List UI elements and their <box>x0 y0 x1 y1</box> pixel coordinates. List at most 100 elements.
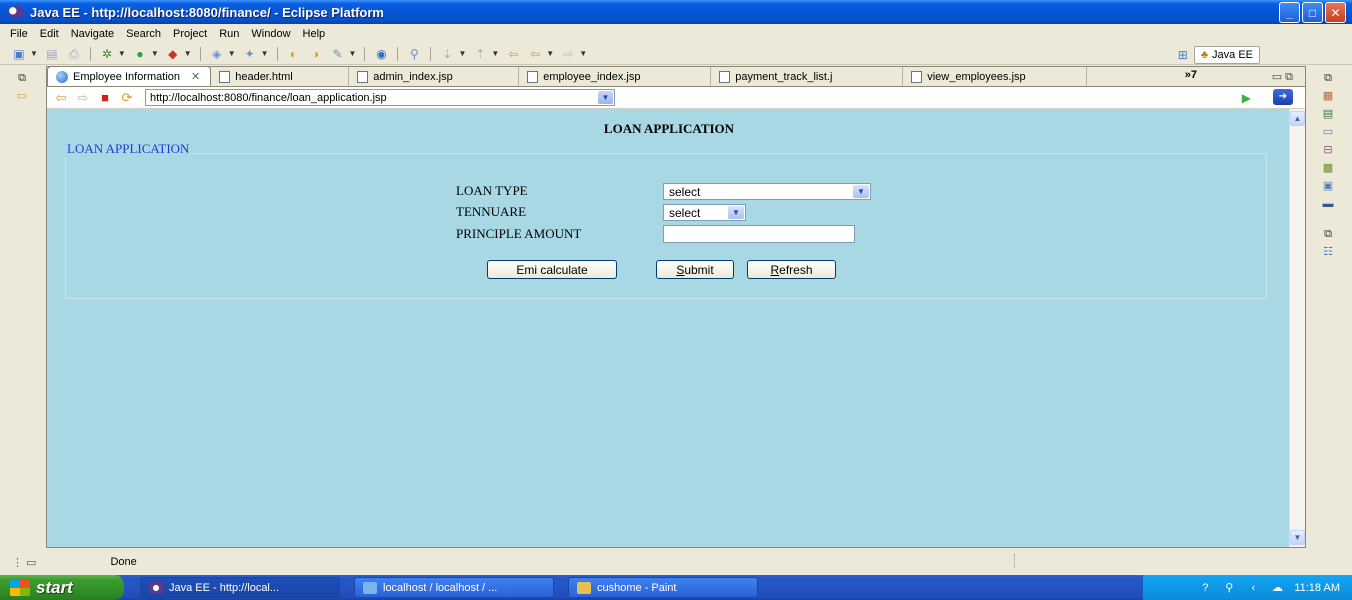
go-icon[interactable]: ▶ <box>1242 91 1251 105</box>
run-icon[interactable]: ● <box>132 46 148 62</box>
java-ee-icon: ♣ <box>1200 49 1209 61</box>
open-resource-icon[interactable]: ◑ <box>308 46 324 62</box>
url-field[interactable]: http://localhost:8080/finance/loan_appli… <box>145 89 615 106</box>
refresh-icon[interactable]: ⟳ <box>119 90 135 106</box>
next-annotation-icon[interactable]: ⇣ <box>439 46 455 62</box>
back-arrow-icon[interactable]: ⇦ <box>53 90 69 106</box>
start-button[interactable]: start <box>0 575 124 600</box>
page-title: LOAN APPLICATION <box>603 121 735 136</box>
restore-right-icon[interactable]: ⧉ <box>1321 71 1335 85</box>
task-localhost[interactable]: localhost / localhost / ... <box>354 577 554 598</box>
console-icon[interactable]: ▤ <box>1321 107 1335 121</box>
tab-label: Employee Information <box>73 70 180 83</box>
menu-run[interactable]: Run <box>213 28 245 40</box>
chevron-down-icon[interactable]: ▼ <box>853 185 869 198</box>
new-server-icon[interactable]: ◈ <box>209 46 225 62</box>
menu-search[interactable]: Search <box>120 28 167 40</box>
data-source-icon[interactable]: ▩ <box>1321 161 1335 175</box>
menu-help[interactable]: Help <box>297 28 332 40</box>
new-icon[interactable]: ▣ <box>11 46 27 62</box>
refresh-button[interactable]: Refresh <box>747 260 836 279</box>
connection-icon[interactable]: ☁ <box>1270 581 1284 595</box>
forward-icon[interactable]: ⇨ <box>560 46 576 62</box>
edit-icon[interactable]: ✎ <box>330 46 346 62</box>
network-icon[interactable]: ⚲ <box>1222 581 1236 595</box>
file-icon <box>911 70 923 83</box>
menu-navigate[interactable]: Navigate <box>65 28 120 40</box>
tab-label: view_employees.jsp <box>927 70 1026 83</box>
tab-header-html[interactable]: header.html <box>211 67 350 86</box>
windows-taskbar: start Java EE - http://local... localhos… <box>0 575 1352 600</box>
collapse-tray-icon[interactable]: ‹ <box>1246 581 1260 595</box>
menu-edit[interactable]: Edit <box>34 28 65 40</box>
outline-icon[interactable]: ☷ <box>1321 245 1335 259</box>
windows-flag-icon <box>10 579 30 596</box>
tab-admin-index[interactable]: admin_index.jsp <box>349 67 520 86</box>
open-type-icon[interactable]: ◐ <box>286 46 302 62</box>
open-browser-icon[interactable]: ➔ <box>1273 89 1293 105</box>
new-wizard-icon[interactable]: ✦ <box>242 46 258 62</box>
debug-icon[interactable]: ✲ <box>99 46 115 62</box>
file-icon <box>719 70 731 83</box>
minimize-button[interactable]: _ <box>1279 2 1300 23</box>
scroll-down-icon[interactable]: ▼ <box>1290 530 1305 545</box>
chevron-down-icon[interactable]: ▼ <box>598 91 613 104</box>
tab-label: payment_track_list.j <box>735 70 833 83</box>
servers-icon[interactable]: ▦ <box>1321 89 1335 103</box>
tab-view-employees[interactable]: view_employees.jsp <box>903 67 1088 86</box>
submit-mnemonic: S <box>676 262 685 277</box>
snippets-icon[interactable]: ▣ <box>1321 179 1335 193</box>
task-paint[interactable]: cushome - Paint <box>568 577 758 598</box>
tab-employee-index[interactable]: employee_index.jsp <box>519 67 712 86</box>
minimize-maximize-icon[interactable]: ▭ ⧉ <box>1272 70 1293 84</box>
restore-outline-icon[interactable]: ⧉ <box>1321 227 1335 241</box>
web-page: LOAN APPLICATION LOAN APPLICATION LOAN T… <box>47 109 1291 547</box>
help-icon[interactable]: ? <box>1198 581 1212 595</box>
problems-icon[interactable]: ▭ <box>1321 125 1335 139</box>
forward-arrow-icon[interactable]: ⇨ <box>75 90 91 106</box>
submit-button[interactable]: Submit <box>656 260 734 279</box>
stop-icon[interactable]: ■ <box>97 90 113 106</box>
print-icon[interactable]: ⎙ <box>66 46 82 62</box>
close-tab-icon[interactable]: ✕ <box>191 70 200 83</box>
refresh-label: efresh <box>779 262 813 277</box>
url-text: http://localhost:8080/finance/loan_appli… <box>150 91 387 104</box>
loan-type-select[interactable]: select ▼ <box>663 183 871 200</box>
task-eclipse[interactable]: Java EE - http://local... <box>140 577 340 598</box>
terminal-icon[interactable]: ▬ <box>1321 197 1335 211</box>
chevron-down-icon[interactable]: ▼ <box>728 206 744 219</box>
menu-project[interactable]: Project <box>167 28 213 40</box>
loan-type-label: LOAN TYPE <box>456 183 528 198</box>
open-perspective-icon[interactable]: ⊞ <box>1175 47 1191 63</box>
restore-icon[interactable]: ⧉ <box>15 71 29 85</box>
principle-amount-input[interactable] <box>663 225 855 243</box>
close-button[interactable]: ✕ <box>1325 2 1346 23</box>
back-icon[interactable]: ⇦ <box>527 46 543 62</box>
prev-annotation-icon[interactable]: ⇡ <box>472 46 488 62</box>
vertical-scrollbar[interactable]: ▲ ▼ <box>1289 109 1305 547</box>
tab-overflow-button[interactable]: »7 <box>1185 69 1197 81</box>
menu-window[interactable]: Window <box>245 28 296 40</box>
external-tools-icon[interactable]: ◆ <box>165 46 181 62</box>
scroll-up-icon[interactable]: ▲ <box>1290 111 1305 126</box>
save-icon[interactable]: ▤ <box>44 46 60 62</box>
tenure-label: TENNUARE <box>456 204 527 219</box>
project-explorer-icon[interactable]: ▭ <box>15 89 29 103</box>
last-edit-icon[interactable]: ⇦ <box>505 46 521 62</box>
tenure-select[interactable]: select ▼ <box>663 204 746 221</box>
web-browser-icon[interactable]: ◉ <box>373 46 389 62</box>
maximize-button[interactable]: □ <box>1302 2 1323 23</box>
menu-file[interactable]: File <box>4 28 34 40</box>
editor-area: Employee Information ✕ header.html admin… <box>46 66 1306 548</box>
tab-label: header.html <box>235 70 293 83</box>
search-icon[interactable]: ⚲ <box>406 46 422 62</box>
tab-payment-track-list[interactable]: payment_track_list.j <box>711 67 904 86</box>
fast-view-icon[interactable]: ⋮ ▭ <box>12 556 36 569</box>
file-icon <box>357 70 369 83</box>
perspective-java-ee-button[interactable]: ♣ Java EE <box>1193 46 1260 64</box>
tab-label: admin_index.jsp <box>373 70 453 83</box>
paint-task-icon <box>577 581 591 594</box>
properties-icon[interactable]: ⊟ <box>1321 143 1335 157</box>
tab-employee-information[interactable]: Employee Information ✕ <box>47 66 212 86</box>
emi-calculate-button[interactable]: Emi calculate <box>487 260 617 279</box>
